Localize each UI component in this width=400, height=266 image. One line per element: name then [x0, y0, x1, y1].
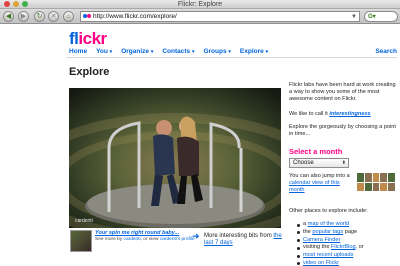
video-link[interactable]: video on Flickr — [303, 260, 339, 266]
reload-icon: ↻ — [36, 13, 43, 20]
nav-contacts[interactable]: Contacts ▾ — [162, 48, 194, 55]
right-arrow-icon: ➜ — [192, 231, 200, 241]
back-arrow-icon: ◀ — [5, 13, 12, 20]
calendar-view-link[interactable]: calendar view of this month — [289, 180, 340, 193]
select-month-heading: Select a month — [289, 147, 343, 156]
interestingness-line: We like to call it interestingness — [289, 111, 371, 117]
main-nav: Home You ▾ Organize ▾ Contacts ▾ Groups … — [69, 48, 268, 55]
back-button[interactable]: ◀ — [3, 11, 14, 22]
window-titlebar: Flickr: Explore — [0, 0, 400, 9]
owner-avatar[interactable] — [70, 230, 92, 252]
owner-photos-link[interactable]: cardenti — [124, 237, 141, 242]
camera-finder-link[interactable]: Camera Finder — [303, 237, 340, 243]
nav-explore[interactable]: Explore ▾ — [240, 48, 268, 55]
nav-you[interactable]: You ▾ — [96, 48, 112, 55]
list-item: most recent uploads — [297, 252, 364, 260]
month-select[interactable]: Choose ⬍ — [289, 158, 349, 168]
popular-tags-link[interactable]: popular tags — [312, 229, 343, 235]
photo-credit: cardenti — [75, 218, 93, 224]
select-arrows-icon: ⬍ — [341, 160, 346, 166]
forward-button[interactable]: ▶ — [18, 11, 29, 22]
home-button[interactable]: ⌂ — [63, 11, 74, 22]
reload-button[interactable]: ↻ — [34, 11, 45, 22]
photo-title-link[interactable]: Your spin me right round baby... — [95, 230, 179, 236]
nav-organize[interactable]: Organize ▾ — [121, 48, 153, 55]
photo-owner-line: See more by cardenti, or view cardenti's… — [95, 237, 195, 242]
owner-profile-link[interactable]: cardenti's profile — [160, 237, 195, 242]
home-icon: ⌂ — [66, 13, 71, 20]
address-dropdown-icon[interactable]: ▼ — [351, 12, 357, 22]
featured-photo[interactable]: cardenti — [69, 88, 281, 228]
flickr-logo[interactable]: flickr — [69, 30, 107, 47]
merry-go-round-photo-illustration: cardenti — [69, 88, 281, 228]
chevron-down-icon: ▾ — [265, 49, 269, 55]
nav-home[interactable]: Home — [69, 48, 87, 55]
other-places-list: a map of the world the popular tags page… — [297, 221, 364, 266]
nav-groups[interactable]: Groups ▾ — [203, 48, 230, 55]
nav-divider — [66, 57, 397, 58]
chevron-down-icon: ▾ — [150, 49, 154, 55]
list-item: video on Flickr — [297, 260, 364, 266]
intro-text: Flickr labs have been hard at work creat… — [289, 82, 396, 102]
flickrblog-link[interactable]: FlickrBlog — [331, 244, 356, 250]
other-places-heading: Other places to explore include: — [289, 208, 368, 214]
page-title: Explore — [69, 66, 110, 78]
chevron-down-icon: ▾ — [191, 49, 195, 55]
stop-icon: ✕ — [50, 13, 57, 20]
flickr-favicon-icon — [83, 14, 91, 19]
explore-by-time-text: Explore the gorgeously by choosing a poi… — [289, 124, 396, 137]
list-item: Camera Finder — [297, 237, 364, 245]
browser-toolbar: ◀ ▶ ↻ ✕ ⌂ http://www.flickr.com/explore/… — [0, 9, 400, 24]
address-text: http://www.flickr.com/explore/ — [93, 13, 177, 20]
stop-button[interactable]: ✕ — [48, 11, 59, 22]
more-interesting: More interesting bits from the last 7 da… — [204, 233, 282, 246]
chevron-down-icon: ▾ — [228, 49, 231, 55]
forward-arrow-icon: ▶ — [20, 13, 27, 20]
list-item: the popular tags page — [297, 229, 364, 237]
list-item: a map of the world — [297, 221, 364, 229]
search-engine-icon: G▾ — [368, 14, 376, 20]
search-link[interactable]: Search — [375, 48, 397, 55]
address-bar[interactable]: http://www.flickr.com/explore/ ▼ — [80, 11, 360, 22]
world-map-link[interactable]: map of the world — [308, 221, 349, 227]
browser-search-field[interactable]: G▾ — [364, 11, 398, 22]
calendar-thumbnails[interactable] — [357, 173, 395, 191]
list-item: visiting the FlickrBlog, or — [297, 244, 364, 252]
calendar-jump-text: You can also jump into a calendar view o… — [289, 173, 350, 193]
window-title: Flickr: Explore — [177, 1, 223, 8]
chevron-down-icon: ▾ — [109, 49, 113, 55]
recent-uploads-link[interactable]: most recent uploads — [303, 252, 353, 258]
interestingness-link[interactable]: interestingness — [329, 111, 370, 117]
